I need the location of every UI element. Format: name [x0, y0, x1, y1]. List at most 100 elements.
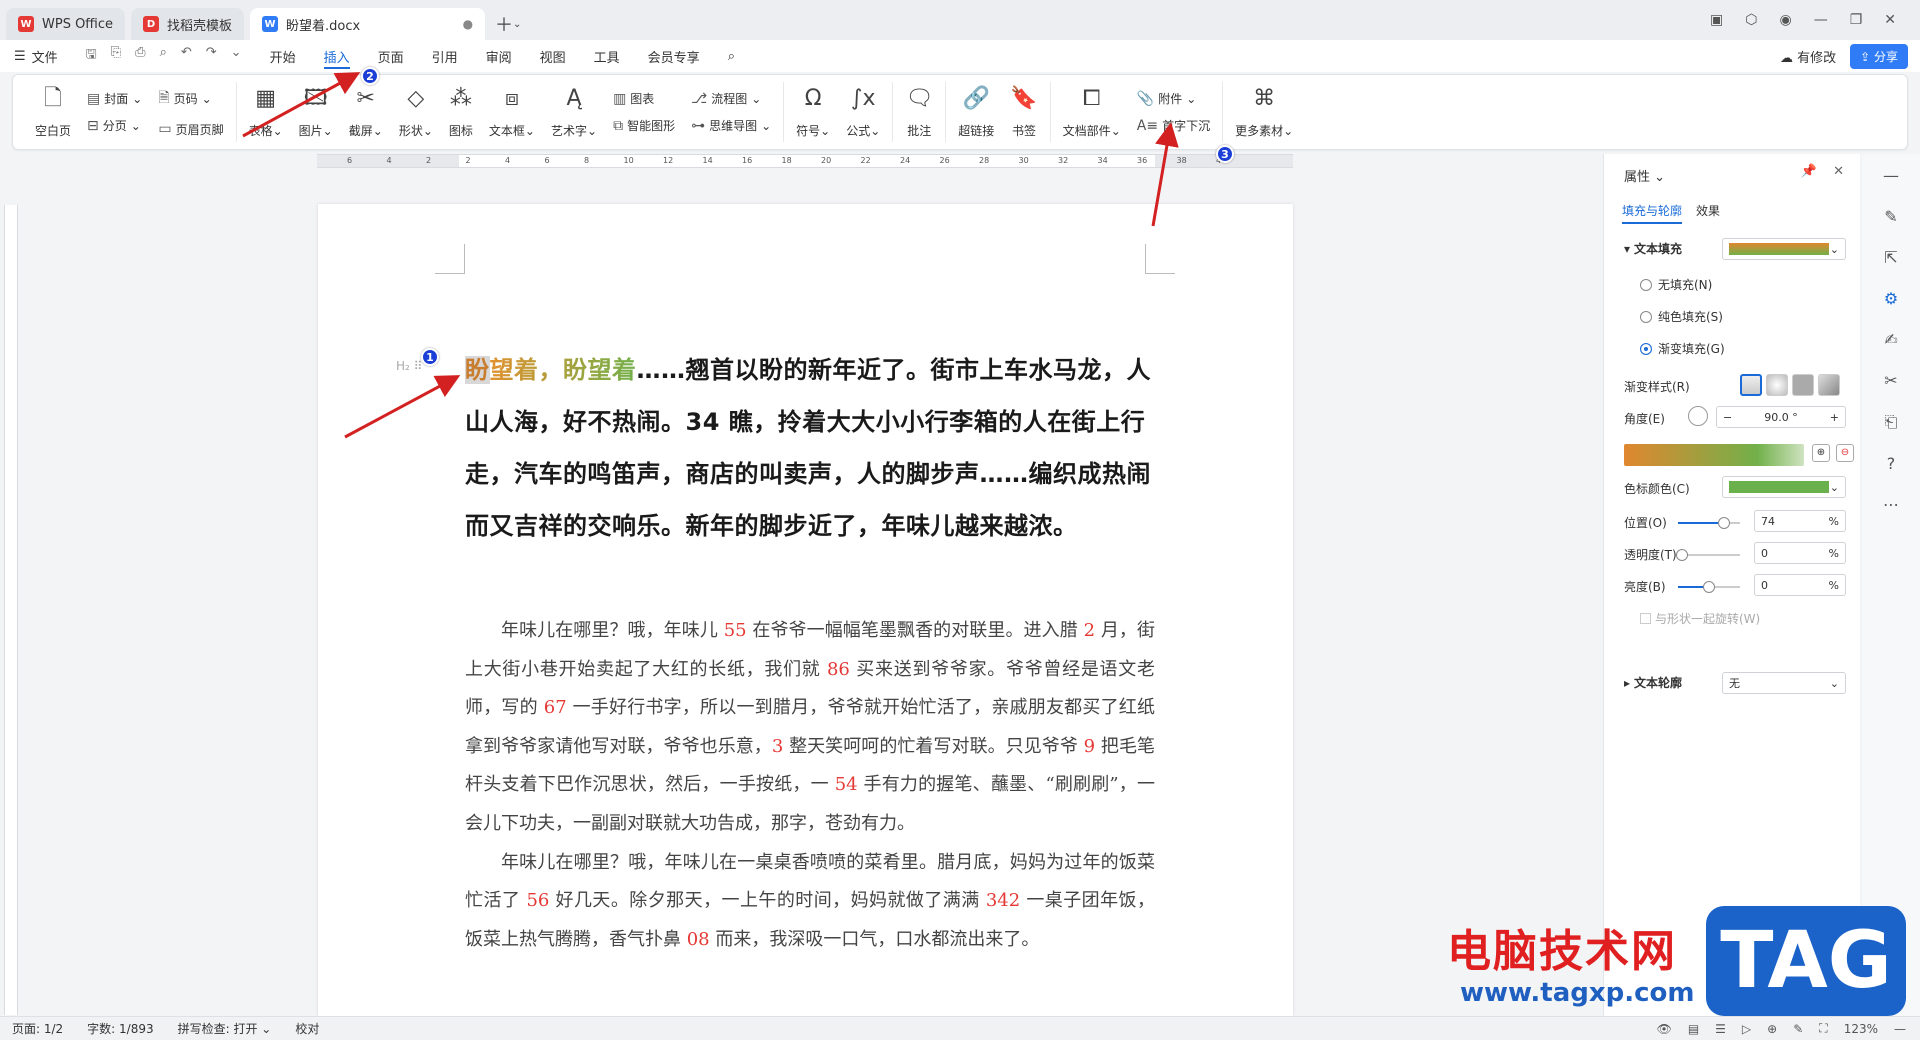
text-fill-dropdown[interactable]: ⌄ — [1722, 238, 1846, 260]
mindmap-button[interactable]: ⊶ 思维导图 ⌄ — [691, 117, 771, 134]
transparency-slider-knob[interactable] — [1676, 549, 1688, 561]
help-icon[interactable]: ? — [1887, 454, 1896, 473]
position-input[interactable]: 74 % — [1754, 510, 1846, 532]
blank-page-button[interactable]: 🗋 空白页 — [29, 83, 77, 141]
tab-wps-office[interactable]: W WPS Office — [6, 8, 126, 40]
no-fill-option[interactable]: 无填充(N) — [1640, 276, 1712, 293]
collapse-icon[interactable]: — — [1883, 166, 1899, 185]
rotate-with-shape-option[interactable]: 与形状一起旋转(W) — [1640, 610, 1760, 627]
more-icon[interactable]: ⋯ — [1883, 495, 1899, 514]
close-icon[interactable]: ✕ — [1884, 12, 1896, 28]
transparency-input[interactable]: 0 % — [1754, 542, 1846, 564]
position-slider-knob[interactable] — [1717, 517, 1730, 529]
page-indicator[interactable]: 页面: 1/2 — [0, 1020, 75, 1037]
tab-effect[interactable]: 效果 — [1696, 202, 1720, 224]
screenshot-button[interactable]: ✂ 截屏⌄ — [343, 83, 389, 141]
brightness-input[interactable]: 0 % — [1754, 574, 1846, 596]
symbol-button[interactable]: Ω 符号⌄ — [790, 83, 836, 141]
brightness-slider-knob[interactable] — [1703, 581, 1715, 593]
pen-icon[interactable]: ✎ — [1884, 207, 1897, 226]
word-count[interactable]: 字数: 1/893 — [75, 1020, 165, 1037]
panel-title[interactable]: 属性 ⌄ — [1624, 166, 1665, 185]
doc-parts-button[interactable]: ⧠ 文档部件⌄ — [1057, 83, 1127, 141]
solid-fill-option[interactable]: 纯色填充(S) — [1640, 308, 1723, 325]
chart-button[interactable]: ▥ 图表 — [613, 90, 675, 107]
cube-icon[interactable]: ⬡ — [1745, 12, 1757, 28]
search-icon[interactable]: ⌕ — [714, 40, 749, 72]
spell-check[interactable]: 拼写检查: 打开 ⌄ — [166, 1020, 284, 1037]
page-view-icon[interactable]: ▤ — [1688, 1022, 1699, 1036]
formula-button[interactable]: ∫x 公式⌄ — [840, 83, 886, 141]
avatar[interactable]: ◉ — [1779, 12, 1791, 28]
more-materials-button[interactable]: ⌘ 更多素材⌄ — [1229, 83, 1299, 141]
document-body[interactable]: 年味儿在哪里？哦，年味儿 55 在爷爷一幅幅笔墨飘香的对联里。进入腊 2 月，街… — [465, 612, 1155, 959]
web-view-icon[interactable]: ⊕ — [1767, 1022, 1777, 1036]
close-tab-icon[interactable]: ● — [463, 17, 473, 31]
document-page[interactable]: H₂ ⠿ 盼望着，盼望着……翘首以盼的新年近了。街市上车水马龙，人山人海，好不热… — [318, 204, 1293, 1016]
fit-icon[interactable]: ⛶ — [1819, 1021, 1827, 1036]
gradient-fill-option[interactable]: 渐变填充(G) — [1640, 340, 1725, 357]
position-slider[interactable] — [1678, 517, 1740, 529]
gradient-path-option[interactable] — [1818, 374, 1840, 396]
new-tab-button[interactable]: ＋ ⌄ — [485, 8, 531, 40]
table-button[interactable]: ▦ 表格⌄ — [243, 83, 289, 141]
tab-fill-outline[interactable]: 填充与轮廓 — [1622, 202, 1683, 224]
print-icon[interactable]: ⎙ — [135, 45, 145, 67]
undo-icon[interactable]: ↶ — [181, 45, 192, 67]
stop-color-dropdown[interactable]: ⌄ — [1722, 476, 1846, 498]
tab-review[interactable]: 审阅 — [472, 40, 526, 72]
outline-view-icon[interactable]: ☰ — [1715, 1022, 1726, 1036]
changes-indicator[interactable]: ☁ 有修改 — [1780, 47, 1836, 66]
text-fill-section[interactable]: ▾ 文本填充 — [1624, 240, 1682, 257]
eye-icon[interactable]: 👁 — [1657, 1022, 1672, 1036]
cover-button[interactable]: ▤ 封面 ⌄ — [87, 90, 142, 107]
delete-stop-icon[interactable]: ⊖ — [1836, 444, 1854, 462]
add-stop-icon[interactable]: ⊕ — [1812, 444, 1830, 462]
picture-button[interactable]: 🖾 图片⌄ — [293, 83, 339, 141]
minus-icon[interactable]: − — [1723, 411, 1732, 424]
tab-insert[interactable]: 插入 — [310, 40, 364, 72]
icon-button[interactable]: ⁂ 图标 — [443, 83, 479, 141]
gradient-linear-option[interactable] — [1740, 374, 1762, 396]
tab-view[interactable]: 视图 — [526, 40, 580, 72]
print-preview-icon[interactable]: ⌕ — [160, 45, 167, 67]
pencil-icon[interactable]: ✎ — [1793, 1022, 1803, 1036]
redo-icon[interactable]: ↷ — [206, 45, 217, 67]
pin-icon[interactable]: 📌 — [1801, 164, 1817, 179]
attachment-button[interactable]: 📎 附件 ⌄ — [1137, 90, 1210, 107]
document-heading[interactable]: 盼望着，盼望着……翘首以盼的新年近了。街市上车水马龙，人山人海，好不热闹。34 … — [465, 344, 1155, 552]
zoom-level[interactable]: 123% — [1844, 1022, 1878, 1036]
heading-level-marker[interactable]: H₂ ⠿ — [396, 359, 422, 373]
page-number-button[interactable]: 🗎 页码 ⌄ — [158, 87, 223, 111]
select-icon[interactable]: ⇱ — [1884, 248, 1897, 267]
chevron-down-icon[interactable]: ⌄ — [513, 19, 521, 30]
gradient-radial-option[interactable] — [1766, 374, 1788, 396]
bookmark-button[interactable]: 🔖 书签 — [1004, 83, 1043, 141]
transparency-slider[interactable] — [1676, 549, 1740, 561]
tab-document[interactable]: W 盼望着.docx ● — [250, 8, 486, 40]
textbox-button[interactable]: ⧈ 文本框⌄ — [483, 83, 541, 141]
restore-icon[interactable]: ❐ — [1850, 12, 1863, 28]
save-icon[interactable]: 🖫 — [86, 45, 97, 67]
gradient-rect-option[interactable] — [1792, 374, 1814, 396]
plus-icon[interactable]: + — [1830, 411, 1839, 424]
drop-cap-button[interactable]: A≡ 首字下沉 — [1137, 117, 1210, 134]
wordart-button[interactable]: Ą 艺术字⌄ — [545, 83, 603, 141]
smart-shape-button[interactable]: ⧉ 智能图形 — [613, 117, 675, 134]
text-outline-dropdown[interactable]: 无 ⌄ — [1722, 672, 1846, 694]
close-panel-icon[interactable]: ✕ — [1833, 164, 1844, 179]
text-outline-section[interactable]: ▸ 文本轮廓 — [1624, 674, 1682, 691]
shape-button[interactable]: ◇ 形状⌄ — [393, 83, 439, 141]
brightness-slider[interactable] — [1678, 581, 1740, 593]
tab-references[interactable]: 引用 — [418, 40, 472, 72]
tab-member[interactable]: 会员专享 — [634, 40, 714, 72]
tab-template[interactable]: D 找稻壳模板 — [131, 8, 245, 40]
angle-dial-icon[interactable] — [1688, 406, 1708, 426]
comment-button[interactable]: 🗨 批注 — [899, 83, 939, 141]
layout-icon[interactable]: ▣ — [1710, 12, 1723, 28]
gradient-stops-bar[interactable] — [1624, 444, 1804, 466]
file-menu[interactable]: ☰ 文件 — [0, 47, 72, 66]
book-icon[interactable]: ⎗ — [1885, 412, 1898, 432]
tab-tools[interactable]: 工具 — [580, 40, 634, 72]
vertical-ruler[interactable] — [4, 205, 18, 1015]
